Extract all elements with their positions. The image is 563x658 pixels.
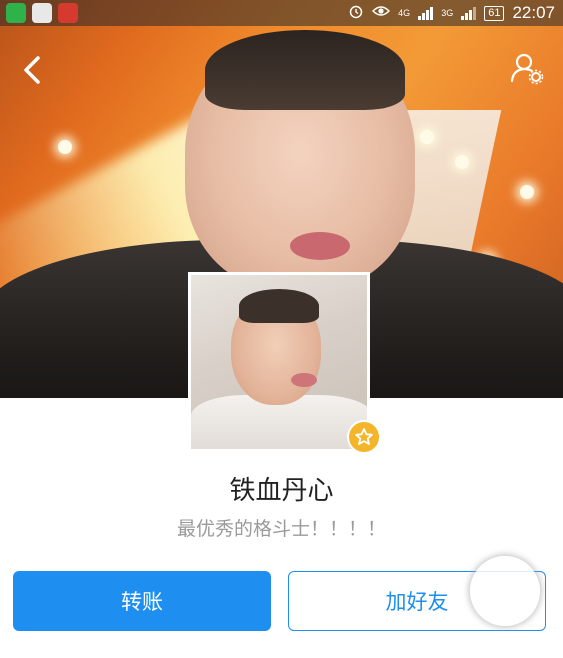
touch-indicator — [470, 556, 540, 626]
network-3g-label: 3G — [441, 7, 454, 18]
clock-time: 22:07 — [512, 3, 555, 22]
profile-settings-button[interactable] — [507, 48, 547, 88]
transfer-button-label: 转账 — [121, 590, 163, 614]
app-icon — [32, 3, 52, 23]
profile-nickname: 铁血丹心 — [229, 476, 334, 506]
status-bar: 4G 3G 61 22:07 — [0, 0, 563, 26]
news-icon — [58, 3, 78, 23]
transfer-button[interactable]: 转账 — [13, 571, 271, 631]
profile-screen: 4G 3G 61 22:07 铁血丹心 最优秀的格斗士！！！！ 转账 加好友 — [0, 0, 563, 658]
star-badge-icon — [347, 420, 381, 454]
profile-signature: 最优秀的格斗士！！！！ — [176, 518, 386, 540]
avatar[interactable] — [188, 272, 370, 452]
alarm-icon — [348, 3, 364, 23]
signal-icon — [418, 6, 434, 20]
wechat-icon — [6, 3, 26, 23]
network-4g-label: 4G — [398, 7, 411, 18]
back-button[interactable] — [14, 50, 54, 90]
signal-secondary-icon — [461, 6, 477, 20]
chevron-left-icon — [24, 56, 40, 84]
eye-icon — [372, 4, 391, 22]
user-settings-icon — [510, 53, 544, 85]
battery-indicator: 61 — [484, 5, 505, 21]
add-friend-button-label: 加好友 — [385, 590, 449, 614]
